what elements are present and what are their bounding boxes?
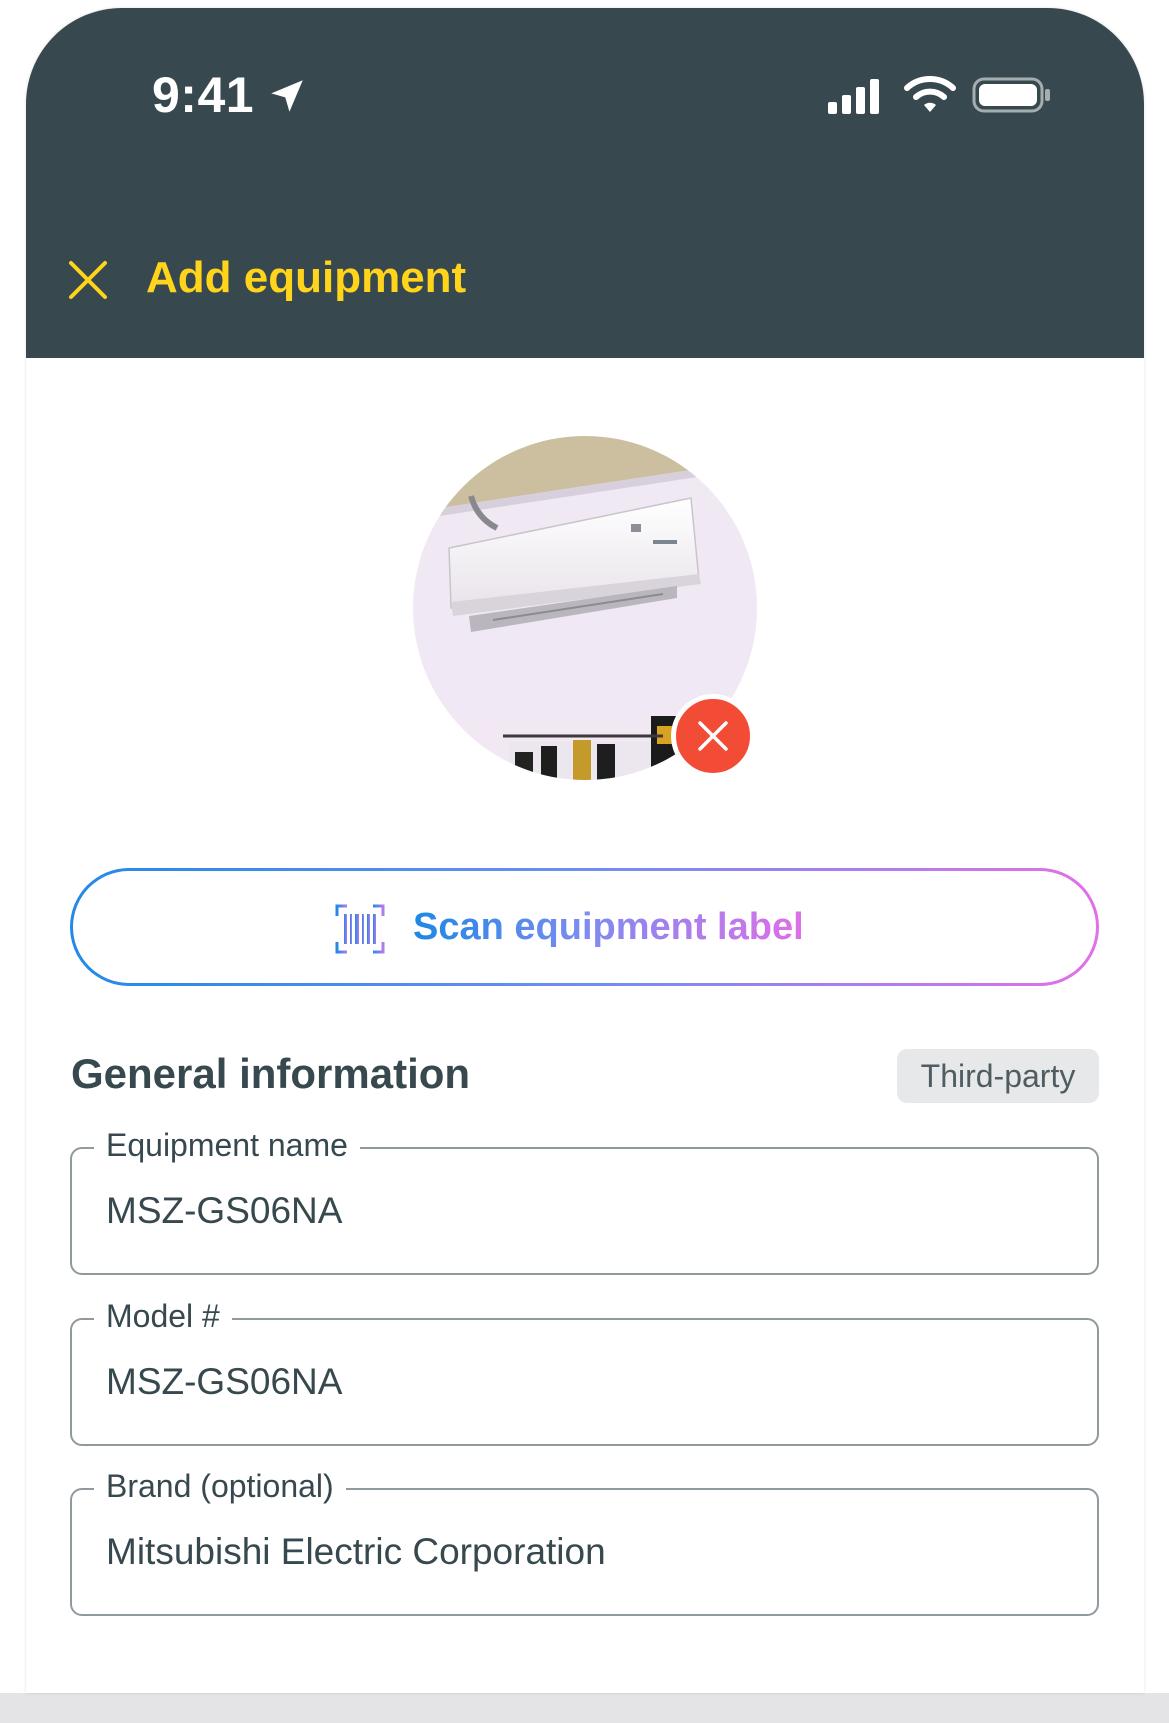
bottom-strip (0, 1693, 1169, 1723)
scan-button-inner: Scan equipment label (73, 871, 1096, 983)
wifi-icon (904, 76, 956, 112)
field-value[interactable]: MSZ-GS06NA (106, 1358, 342, 1406)
remove-photo-button[interactable] (671, 694, 755, 778)
section-title: General information (71, 1050, 471, 1097)
field-value[interactable]: Mitsubishi Electric Corporation (106, 1528, 606, 1576)
barcode-scan-icon (335, 904, 385, 954)
brand-field[interactable]: Brand (optional) Mitsubishi Electric Cor… (70, 1464, 1099, 1616)
close-icon[interactable] (66, 258, 110, 302)
page-title: Add equipment (146, 253, 467, 302)
phone-screen: 9:41 Add equipment Scan equipment label … (26, 8, 1144, 1693)
scan-button-label: Scan equipment label (413, 901, 804, 953)
equipment-name-field[interactable]: Equipment name MSZ-GS06NA (70, 1123, 1099, 1275)
status-time: 9:41 (152, 67, 255, 123)
field-label: Brand (optional) (94, 1464, 346, 1508)
battery-icon (972, 77, 1050, 113)
field-label: Model # (94, 1294, 232, 1338)
field-label: Equipment name (94, 1123, 360, 1167)
third-party-badge: Third-party (897, 1049, 1099, 1103)
field-value[interactable]: MSZ-GS06NA (106, 1187, 342, 1235)
scan-equipment-label-button[interactable]: Scan equipment label (70, 868, 1099, 986)
cellular-signal-icon (828, 79, 879, 114)
model-number-field[interactable]: Model # MSZ-GS06NA (70, 1294, 1099, 1446)
location-arrow-icon (271, 80, 303, 112)
equipment-photo-container (413, 436, 757, 780)
app-header: 9:41 Add equipment (26, 8, 1144, 358)
remove-photo-icon (698, 721, 728, 751)
